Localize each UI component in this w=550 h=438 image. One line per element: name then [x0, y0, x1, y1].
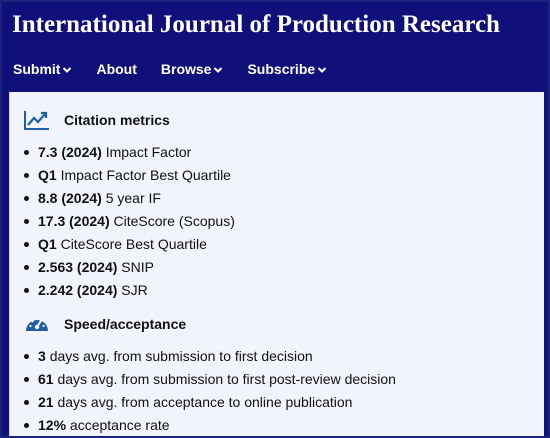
citation-metrics-title: Citation metrics: [64, 112, 170, 128]
nav-about-label: About: [96, 61, 137, 77]
nav-subscribe[interactable]: Subscribe: [247, 61, 327, 77]
list-item: 17.3 (2024) CiteScore (Scopus): [10, 210, 544, 233]
nav-about[interactable]: About: [96, 61, 136, 77]
speed-acceptance-list: 3 days avg. from submission to first dec…: [10, 345, 544, 436]
metric-label: Impact Factor: [105, 144, 192, 160]
list-item: 7.3 (2024) Impact Factor: [10, 141, 544, 164]
metric-label: days avg. from submission to first post-…: [57, 371, 396, 387]
metric-value: 12%: [38, 417, 67, 433]
metric-value: 8.8 (2024): [38, 190, 102, 206]
nav-browse[interactable]: Browse: [161, 61, 224, 77]
journal-metrics-panel: International Journal of Production Rese…: [0, 0, 550, 438]
metric-value: 17.3 (2024): [38, 213, 110, 229]
list-item: 21 days avg. from acceptance to online p…: [10, 391, 544, 414]
metric-label: days avg. from acceptance to online publ…: [57, 394, 353, 410]
nav-subscribe-label: Subscribe: [247, 61, 316, 77]
metric-label: SNIP: [121, 259, 154, 275]
metrics-content: Citation metrics 7.3 (2024) Impact Facto…: [9, 92, 544, 436]
metric-value: 2.242 (2024): [38, 282, 118, 298]
list-item: 8.8 (2024) 5 year IF: [10, 187, 544, 210]
metric-value: Q1: [38, 236, 57, 252]
list-item: 12% acceptance rate: [10, 414, 544, 436]
metric-label: days avg. from submission to first decis…: [49, 348, 313, 364]
metric-value: 21: [38, 394, 54, 410]
metric-label: 5 year IF: [105, 190, 161, 206]
nav-submit[interactable]: Submit: [13, 61, 72, 77]
metric-value: 2.563 (2024): [38, 259, 118, 275]
journal-title[interactable]: International Journal of Production Rese…: [2, 2, 548, 48]
list-item: 61 days avg. from submission to first po…: [10, 368, 544, 391]
speed-acceptance-title: Speed/acceptance: [64, 316, 187, 332]
nav-browse-label: Browse: [160, 61, 212, 77]
nav-submit-label: Submit: [13, 61, 61, 77]
speed-acceptance-header: Speed/acceptance: [10, 309, 544, 339]
metric-label: acceptance rate: [69, 417, 170, 433]
line-chart-icon: [23, 108, 51, 132]
speedometer-icon: [23, 312, 51, 336]
chevron-down-icon: [317, 61, 327, 77]
main-nav: Submit About Browse Subscribe: [2, 48, 548, 90]
metric-value: 3: [38, 348, 46, 364]
metric-label: CiteScore (Scopus): [113, 213, 235, 229]
chevron-down-icon: [213, 61, 223, 77]
citation-metrics-header: Citation metrics: [10, 105, 544, 135]
metric-label: SJR: [121, 282, 148, 298]
chevron-down-icon: [62, 61, 72, 77]
list-item: 3 days avg. from submission to first dec…: [10, 345, 544, 368]
metric-label: CiteScore Best Quartile: [60, 236, 207, 252]
list-item: 2.563 (2024) SNIP: [10, 256, 544, 279]
metric-value: 61: [38, 371, 54, 387]
metric-label: Impact Factor Best Quartile: [60, 167, 231, 183]
citation-metrics-list: 7.3 (2024) Impact Factor Q1 Impact Facto…: [10, 141, 544, 302]
list-item: Q1 Impact Factor Best Quartile: [10, 164, 544, 187]
list-item: 2.242 (2024) SJR: [10, 279, 544, 302]
list-item: Q1 CiteScore Best Quartile: [10, 233, 544, 256]
metric-value: Q1: [38, 167, 57, 183]
metric-value: 7.3 (2024): [38, 144, 102, 160]
